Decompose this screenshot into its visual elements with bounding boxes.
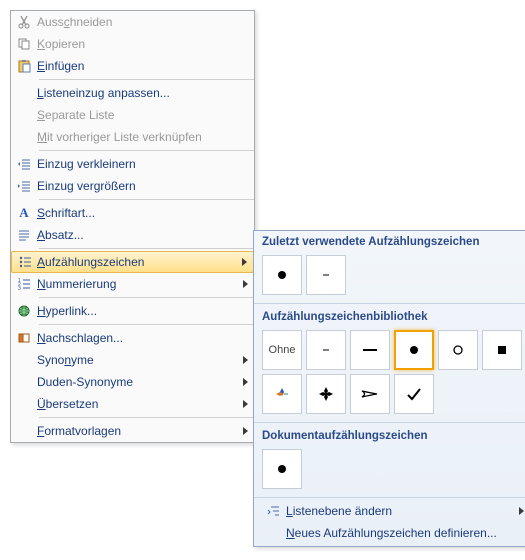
menu-link-prev[interactable]: Mit vorheriger Liste verknüpfen (11, 126, 254, 148)
menu-label: Schriftart... (37, 206, 248, 220)
menu-duden[interactable]: Duden-Synonyme (11, 371, 254, 393)
svg-text:3: 3 (18, 286, 21, 291)
menu-label: Absatz... (37, 228, 248, 242)
menu-label: Übersetzen (37, 397, 239, 411)
bullet-swatch-dash[interactable] (306, 255, 346, 295)
submenu-arrow-icon (243, 400, 248, 408)
library-header: Aufzählungszeichenbibliothek (254, 306, 525, 326)
menu-numbering[interactable]: 123 Nummerierung (11, 273, 254, 295)
menu-label: Mit vorheriger Liste verknüpfen (37, 130, 248, 144)
menu-label: Listeneinzug anpassen... (37, 86, 248, 100)
menu-separator (39, 417, 254, 418)
menu-label: Aufzählungszeichen (37, 255, 238, 269)
define-new-bullet[interactable]: Neues Aufzählungszeichen definieren... (254, 522, 525, 544)
submenu-arrow-icon (243, 280, 248, 288)
submenu-arrow-icon (243, 427, 248, 435)
blank-icon (11, 349, 37, 371)
lookup-icon (11, 327, 37, 349)
recent-bullets-row (254, 251, 525, 301)
hyperlink-icon (11, 300, 37, 322)
blank-icon (11, 371, 37, 393)
menu-label: Separate Liste (37, 108, 248, 122)
bullet-swatch-square[interactable] (482, 330, 522, 370)
submenu-separator (254, 303, 525, 304)
menu-font[interactable]: A Schriftart... (11, 202, 254, 224)
submenu-separator (254, 497, 525, 498)
submenu-arrow-icon (242, 258, 247, 266)
list-level-icon (262, 500, 286, 522)
menu-separator (39, 297, 254, 298)
bullet-swatch-circle[interactable] (438, 330, 478, 370)
bullets-submenu: Zuletzt verwendete Aufzählungszeichen Au… (253, 230, 525, 547)
bullet-swatch-check[interactable] (394, 374, 434, 414)
document-bullets-row (254, 445, 525, 495)
cut-icon (11, 11, 37, 33)
menu-adjust-indent[interactable]: Listeneinzug anpassen... (11, 82, 254, 104)
menu-label: Einzug verkleinern (37, 157, 248, 171)
menu-increase-indent[interactable]: Einzug vergrößern (11, 175, 254, 197)
copy-icon (11, 33, 37, 55)
menu-label: Nachschlagen... (37, 331, 248, 345)
bullet-swatch-4diamond-color[interactable] (262, 374, 302, 414)
blank-icon (11, 420, 37, 442)
menu-label: Einfügen (37, 59, 248, 73)
menu-separator (39, 248, 254, 249)
menu-label: Neues Aufzählungszeichen definieren... (286, 526, 524, 540)
menu-lookup[interactable]: Nachschlagen... (11, 327, 254, 349)
menu-label: Synonyme (37, 353, 239, 367)
decrease-indent-icon (11, 153, 37, 175)
blank-icon (11, 393, 37, 415)
blank-icon (11, 104, 37, 126)
menu-label: Ausschneiden (37, 15, 248, 29)
menu-label: Nummerierung (37, 277, 239, 291)
paragraph-icon (11, 224, 37, 246)
menu-separator (39, 324, 254, 325)
bullet-swatch-dash-small[interactable] (306, 330, 346, 370)
submenu-arrow-icon (243, 378, 248, 386)
document-bullets-header: Dokumentaufzählungszeichen (254, 425, 525, 445)
menu-label: Kopieren (37, 37, 248, 51)
menu-translate[interactable]: Übersetzen (11, 393, 254, 415)
menu-bullets[interactable]: Aufzählungszeichen (11, 251, 254, 273)
menu-label: Einzug vergrößern (37, 179, 248, 193)
menu-paste[interactable]: Einfügen (11, 55, 254, 77)
blank-icon (11, 82, 37, 104)
change-list-level[interactable]: Listenebene ändern (254, 500, 525, 522)
library-row: Ohne (254, 326, 525, 420)
paste-icon (11, 55, 37, 77)
menu-separator (39, 150, 254, 151)
numbering-icon: 123 (11, 273, 37, 295)
menu-copy[interactable]: Kopieren (11, 33, 254, 55)
bullets-icon (12, 251, 37, 273)
bullet-swatch-disc[interactable] (262, 255, 302, 295)
blank-icon (11, 126, 37, 148)
bullet-swatch-dash-long[interactable] (350, 330, 390, 370)
bullet-swatch-4diamond[interactable] (306, 374, 346, 414)
menu-separate-list[interactable]: Separate Liste (11, 104, 254, 126)
menu-separator (39, 79, 254, 80)
bullet-swatch-disc-doc[interactable] (262, 449, 302, 489)
menu-cut[interactable]: Ausschneiden (11, 11, 254, 33)
font-icon: A (11, 202, 37, 224)
menu-paragraph[interactable]: Absatz... (11, 224, 254, 246)
menu-separator (39, 199, 254, 200)
menu-label: Duden-Synonyme (37, 375, 239, 389)
increase-indent-icon (11, 175, 37, 197)
context-menu: Ausschneiden Kopieren Einfügen Listenein… (10, 10, 255, 443)
menu-decrease-indent[interactable]: Einzug verkleinern (11, 153, 254, 175)
bullet-swatch-arrow[interactable] (350, 374, 390, 414)
bullet-swatch-disc-selected[interactable] (394, 330, 434, 370)
menu-hyperlink[interactable]: Hyperlink... (11, 300, 254, 322)
menu-synonyms[interactable]: Synonyme (11, 349, 254, 371)
menu-label: Formatvorlagen (37, 424, 239, 438)
recent-bullets-header: Zuletzt verwendete Aufzählungszeichen (254, 231, 525, 251)
bullet-swatch-none[interactable]: Ohne (262, 330, 302, 370)
menu-styles[interactable]: Formatvorlagen (11, 420, 254, 442)
menu-label: Listenebene ändern (286, 504, 519, 518)
submenu-arrow-icon (243, 356, 248, 364)
submenu-arrow-icon (519, 507, 524, 515)
submenu-separator (254, 422, 525, 423)
menu-label: Hyperlink... (37, 304, 248, 318)
blank-icon (262, 522, 286, 544)
